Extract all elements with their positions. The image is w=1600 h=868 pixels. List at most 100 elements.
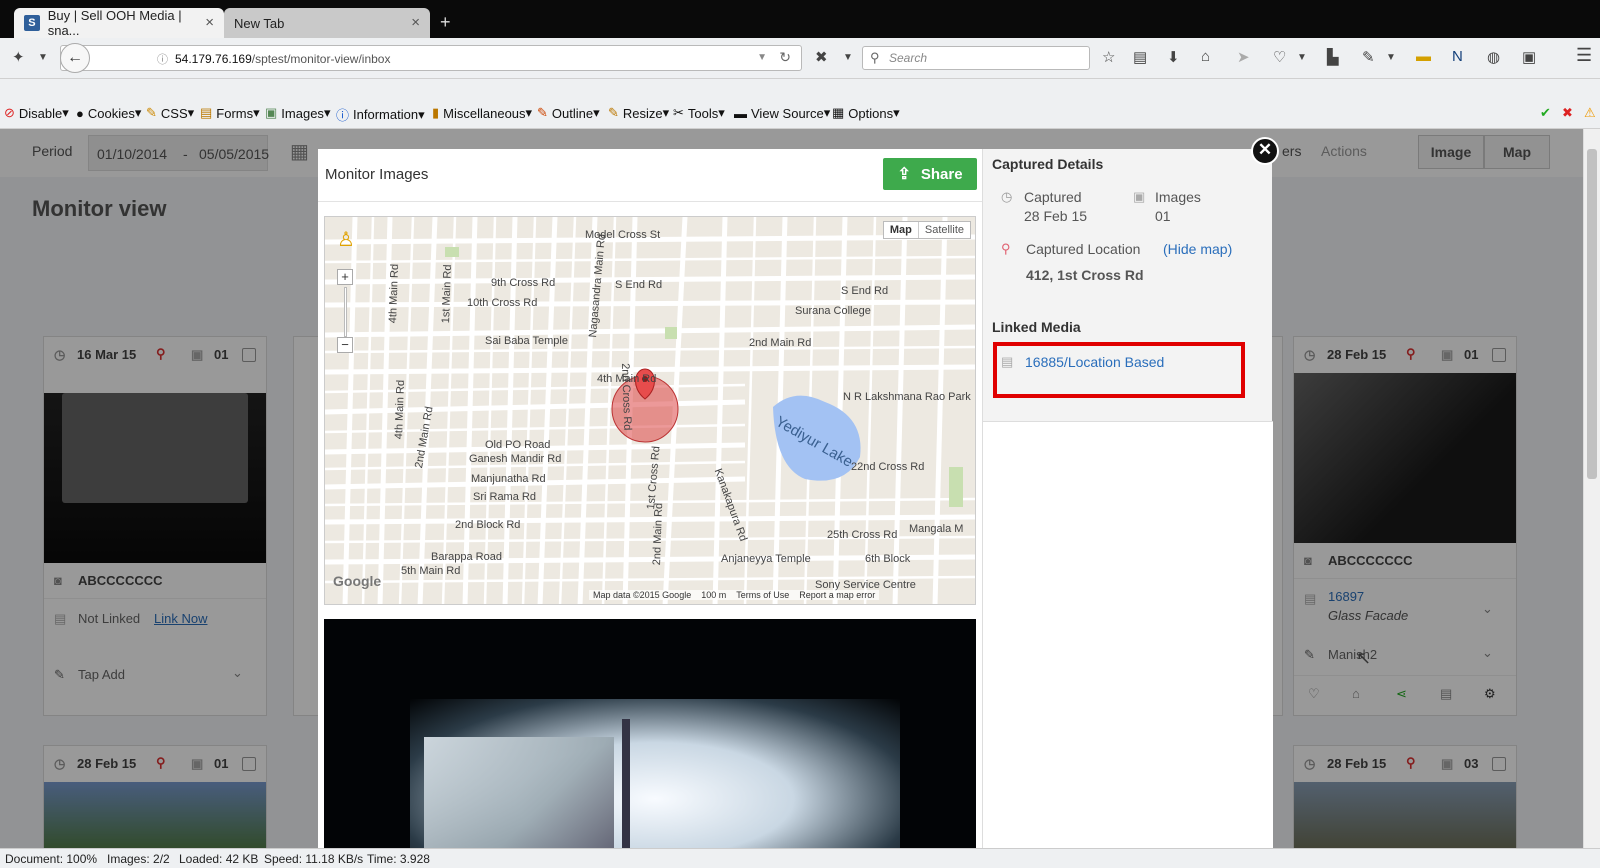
url-bar[interactable]: 54.179.76.169/sptest/monitor-view/inbox … [60, 45, 802, 71]
images-value: 01 [1155, 208, 1171, 224]
status-images: Images: 2/2 [107, 852, 170, 866]
bookmarks-icon[interactable]: ▙ [1327, 48, 1339, 66]
clock-icon: ◷ [1001, 189, 1013, 204]
map-street-label: 4th Main Rd [393, 379, 408, 440]
map-type-control[interactable]: Map Satellite [882, 221, 971, 239]
home-icon[interactable]: ⌂ [1201, 48, 1210, 65]
map-street-label: 4th Main Rd [387, 263, 402, 324]
tab-close-icon[interactable]: × [411, 14, 420, 31]
search-placeholder: Search [889, 51, 928, 65]
zoom-in-button[interactable]: + [337, 269, 353, 285]
addon-icon[interactable]: ✎ [1362, 48, 1375, 66]
firefox-menu-icon[interactable]: ✦ [12, 48, 25, 66]
map-type-satellite[interactable]: Satellite [919, 222, 970, 238]
screenshot-icon[interactable]: ▣ [1522, 48, 1536, 66]
downloads-icon[interactable]: ⬇ [1167, 48, 1180, 66]
modal-close-button[interactable]: ✕ [1251, 137, 1279, 165]
back-button[interactable]: ← [60, 43, 90, 73]
zoom-slider[interactable] [344, 287, 347, 337]
webdev-options[interactable]: ▦ Options ▾ [832, 105, 900, 121]
send-icon[interactable]: ➤ [1237, 48, 1250, 66]
url-text[interactable]: 54.179.76.169/sptest/monitor-view/inbox [175, 52, 390, 66]
webdev-disable[interactable]: ⊘ Disable ▾ [4, 105, 69, 121]
map-street-label: N R Lakshmana Rao Park [843, 391, 971, 403]
webdev-images[interactable]: ▣ Images ▾ [265, 105, 330, 121]
monitor-photo[interactable] [324, 619, 976, 848]
site-info-icon[interactable]: ⓘ [157, 51, 168, 67]
miscellaneous-icon: ▮ [432, 105, 440, 120]
information-icon: ⓘ [336, 108, 350, 123]
menu-icon[interactable]: ☰ [1576, 45, 1592, 66]
addon-dropdown-icon[interactable]: ▼ [1386, 52, 1396, 63]
search-input[interactable]: ⚲ Search [862, 46, 1090, 70]
map-report-link[interactable]: Report a map error [799, 590, 875, 600]
cookies-icon: ● [76, 105, 84, 121]
tab-title: New Tab [234, 15, 285, 31]
images-icon: ▣ [265, 105, 278, 120]
map-street-label: 22nd Cross Rd [851, 461, 925, 473]
pocket-icon[interactable]: ♡ [1273, 48, 1286, 66]
map-terms-link[interactable]: Terms of Use [736, 590, 789, 600]
share-button[interactable]: ⇪ Share [883, 158, 977, 190]
page-scrollbar[interactable] [1583, 129, 1600, 848]
webdev-view-source[interactable]: ▬ View Source ▾ [734, 105, 830, 121]
reload-icon[interactable]: ↻ [779, 49, 791, 66]
images-label: Images [1155, 189, 1201, 205]
search-icon: ⚲ [870, 50, 880, 65]
pegman-icon[interactable]: ♙ [337, 227, 355, 252]
pocket-dropdown-icon[interactable]: ▼ [1297, 52, 1307, 63]
captured-location-label: Captured Location [1026, 241, 1141, 257]
map-street-label: S End Rd [615, 279, 663, 291]
map-street-label: 5th Main Rd [401, 565, 461, 577]
new-tab-button[interactable]: + [440, 12, 451, 33]
check-icon[interactable]: ✔ [1540, 105, 1551, 121]
scrollbar-thumb[interactable] [1587, 149, 1597, 479]
tab-close-icon[interactable]: × [205, 14, 214, 31]
bookmark-star-icon[interactable]: ☆ [1102, 48, 1115, 66]
zoom-out-button[interactable]: − [337, 337, 353, 353]
globe-icon[interactable]: ◍ [1487, 48, 1500, 66]
status-loaded: Loaded: 42 KB [179, 852, 259, 866]
error-icon[interactable]: ✖ [1562, 105, 1573, 121]
map-street-label: 1st Main Rd [440, 264, 455, 324]
options-icon: ▦ [832, 105, 845, 120]
captured-label: Captured [1024, 189, 1082, 205]
webdev-outline[interactable]: ✎ Outline ▾ [537, 105, 600, 121]
status-speed: Speed: 11.18 KB/s [264, 852, 364, 866]
linked-media-link[interactable]: 16885/Location Based [1025, 354, 1164, 370]
webdev-miscellaneous[interactable]: ▮ Miscellaneous ▾ [432, 105, 532, 121]
photo-pane [424, 737, 614, 848]
addon-dropdown-icon[interactable]: ▼ [843, 52, 853, 63]
webdev-tools[interactable]: ✂ Tools ▾ [673, 105, 725, 121]
browser-tab-active[interactable]: S Buy | Sell OOH Media | sna... × [14, 8, 224, 38]
map-street-label: Ganesh Mandir Rd [469, 453, 562, 465]
map-street-label: 2nd Block Rd [455, 519, 521, 531]
map-type-map[interactable]: Map [884, 222, 919, 238]
cursor-icon: ↖ [1356, 648, 1372, 668]
map-street-label: 2nd Main Rd [749, 337, 812, 349]
monitor-images-modal: Monitor Images ⇪ Share Model Cross St 9t… [318, 149, 1371, 848]
resize-icon: ✎ [608, 105, 619, 120]
reading-list-icon[interactable]: ▤ [1133, 48, 1147, 66]
webdev-css[interactable]: ✎ CSS ▾ [146, 105, 194, 121]
status-bar: Document: 100% Images: 2/2 Loaded: 42 KB… [0, 848, 1600, 868]
map-street-label: Mangala M [909, 523, 964, 535]
n-icon[interactable]: N [1452, 48, 1463, 65]
webdev-cookies[interactable]: ● Cookies ▾ [76, 105, 141, 121]
addon-block-icon[interactable]: ✖ [815, 48, 828, 66]
ruler-icon[interactable]: ▬ [1416, 48, 1431, 65]
media-icon: ▤ [1001, 354, 1014, 369]
browser-tab-new[interactable]: New Tab × [224, 8, 430, 38]
captured-details-panel: Captured Details ◷ Captured 28 Feb 15 ▣ … [982, 149, 1371, 848]
warning-icon[interactable]: ⚠ [1584, 105, 1596, 121]
location-map[interactable]: Model Cross St 9th Cross Rd S End Rd S E… [324, 216, 976, 605]
map-street-label: 2nd Main Rd [651, 502, 666, 566]
webdev-information[interactable]: ⓘ Information ▾ [336, 105, 425, 124]
hide-map-link[interactable]: (Hide map) [1163, 241, 1232, 257]
map-street-label: S End Rd [841, 285, 889, 297]
history-dropdown-icon[interactable]: ▼ [38, 52, 48, 63]
webdev-forms[interactable]: ▤ Forms ▾ [200, 105, 260, 121]
map-street-label: 9th Cross Rd [491, 277, 556, 289]
webdev-resize[interactable]: ✎ Resize ▾ [608, 105, 669, 121]
url-dropdown-icon[interactable]: ▼ [757, 52, 767, 63]
